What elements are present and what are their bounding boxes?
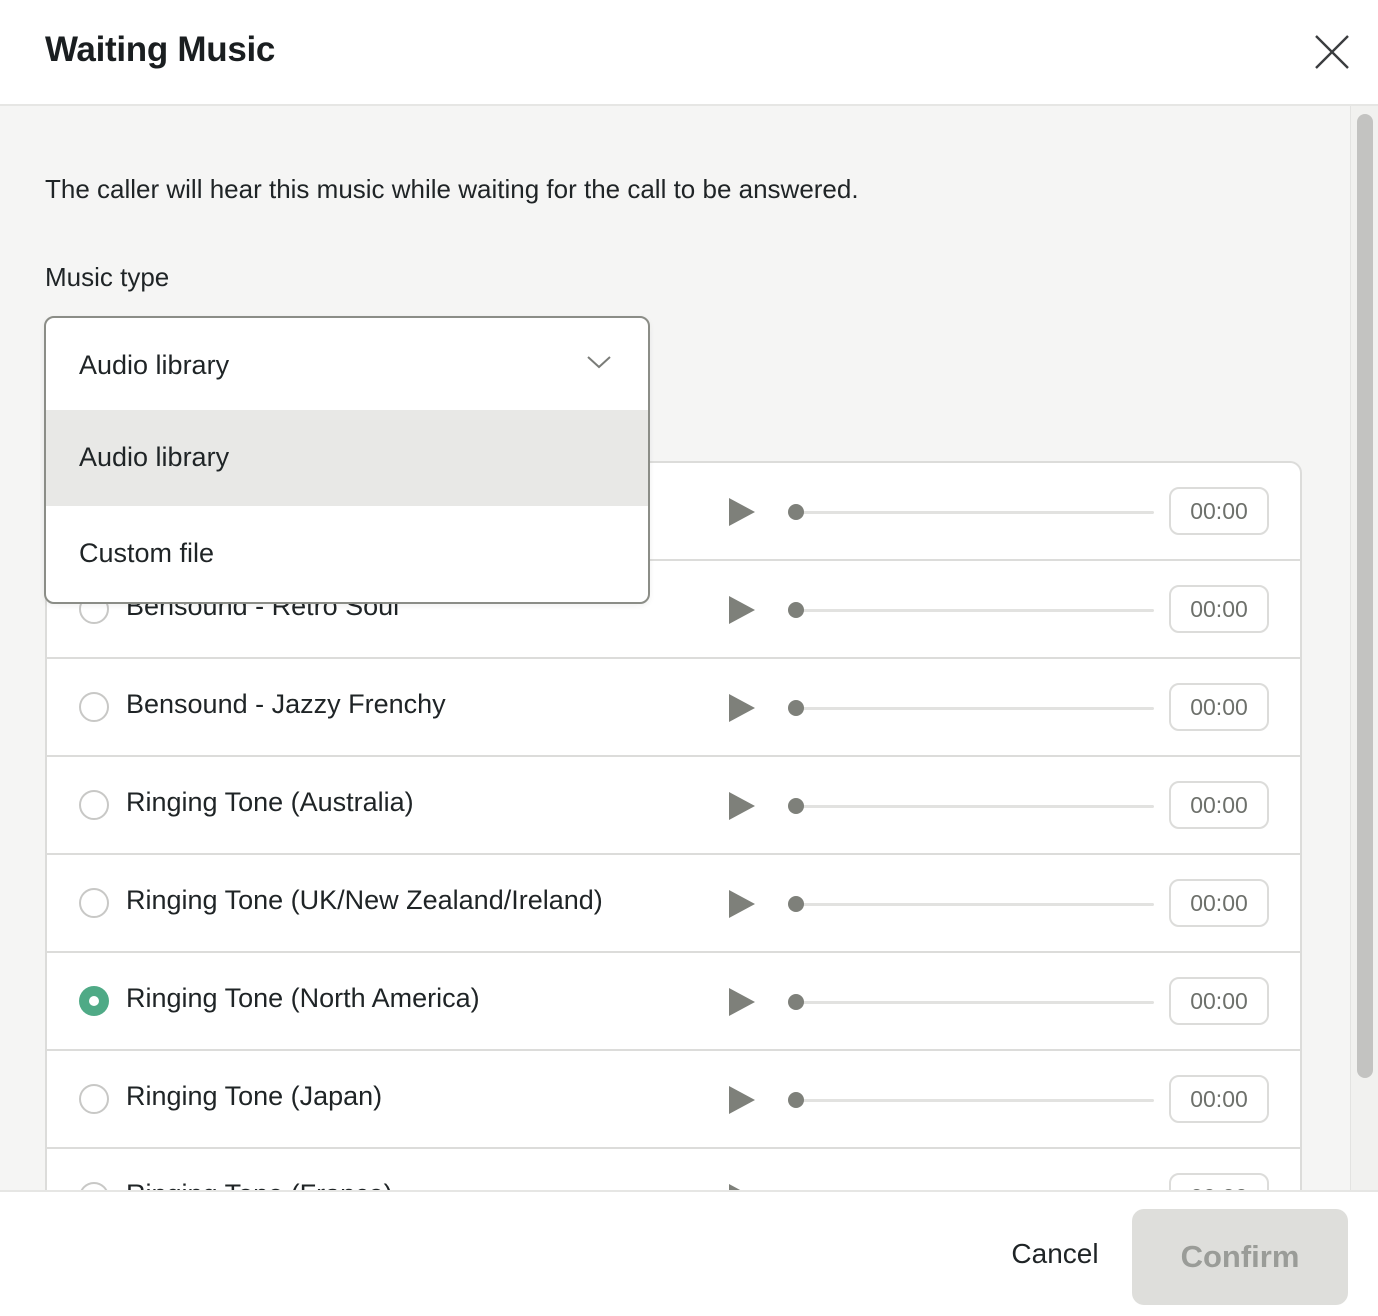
progress-track bbox=[788, 707, 1154, 710]
play-icon[interactable] bbox=[727, 1085, 757, 1115]
dropdown-selected-value[interactable]: Audio library bbox=[46, 318, 648, 410]
cancel-button[interactable]: Cancel bbox=[990, 1222, 1120, 1286]
time-display: 00:00 bbox=[1169, 683, 1269, 731]
progress-track bbox=[788, 903, 1154, 906]
play-icon[interactable] bbox=[727, 693, 757, 723]
audio-progress-slider[interactable] bbox=[788, 695, 1154, 721]
track-radio[interactable] bbox=[79, 790, 109, 820]
progress-track bbox=[788, 805, 1154, 808]
play-icon[interactable] bbox=[727, 497, 757, 527]
progress-knob[interactable] bbox=[788, 896, 804, 912]
progress-track bbox=[788, 511, 1154, 514]
time-display: 00:00 bbox=[1169, 1075, 1269, 1123]
progress-track bbox=[788, 1001, 1154, 1004]
audio-progress-slider[interactable] bbox=[788, 989, 1154, 1015]
track-row: Ringing Tone (Australia) 00:00 bbox=[47, 757, 1300, 855]
dialog-title: Waiting Music bbox=[45, 30, 276, 69]
track-name: Ringing Tone (Japan) bbox=[126, 1081, 383, 1111]
dropdown-option-custom-file[interactable]: Custom file bbox=[46, 506, 648, 602]
track-name: Ringing Tone (France) bbox=[126, 1179, 393, 1190]
music-type-dropdown[interactable]: Audio library Audio library Custom file bbox=[44, 316, 650, 604]
progress-knob[interactable] bbox=[788, 798, 804, 814]
track-row: Ringing Tone (Japan) 00:00 bbox=[47, 1051, 1300, 1149]
play-icon[interactable] bbox=[727, 889, 757, 919]
play-icon[interactable] bbox=[727, 791, 757, 821]
track-row: Bensound - Jazzy Frenchy 00:00 bbox=[47, 659, 1300, 757]
dropdown-option-label: Custom file bbox=[79, 538, 215, 568]
dropdown-option-audio-library[interactable]: Audio library bbox=[46, 410, 648, 506]
audio-progress-slider[interactable] bbox=[788, 1087, 1154, 1113]
play-icon[interactable] bbox=[727, 595, 757, 625]
track-name: Bensound - Jazzy Frenchy bbox=[126, 689, 446, 719]
time-display: 00:00 bbox=[1169, 1173, 1269, 1190]
track-row: Ringing Tone (UK/New Zealand/Ireland) 00… bbox=[47, 855, 1300, 953]
waiting-music-dialog: Waiting Music The caller will hear this … bbox=[0, 0, 1378, 1316]
audio-progress-slider[interactable] bbox=[788, 499, 1154, 525]
dialog-footer: Cancel Confirm bbox=[0, 1190, 1378, 1316]
chevron-down-icon bbox=[586, 352, 612, 372]
progress-knob[interactable] bbox=[788, 1092, 804, 1108]
audio-progress-slider[interactable] bbox=[788, 793, 1154, 819]
dropdown-selected-text: Audio library bbox=[79, 350, 230, 380]
confirm-button[interactable]: Confirm bbox=[1132, 1209, 1348, 1305]
track-name: Ringing Tone (Australia) bbox=[126, 787, 414, 817]
dialog-body: The caller will hear this music while wa… bbox=[0, 106, 1378, 1190]
time-display: 00:00 bbox=[1169, 781, 1269, 829]
track-radio[interactable] bbox=[79, 1182, 109, 1190]
track-row: Ringing Tone (North America) 00:00 bbox=[47, 953, 1300, 1051]
description-text: The caller will hear this music while wa… bbox=[45, 174, 859, 204]
music-type-label: Music type bbox=[45, 262, 170, 292]
track-row: Ringing Tone (France) 00:00 bbox=[47, 1149, 1300, 1190]
track-radio[interactable] bbox=[79, 1084, 109, 1114]
progress-knob[interactable] bbox=[788, 602, 804, 618]
time-display: 00:00 bbox=[1169, 977, 1269, 1025]
time-display: 00:00 bbox=[1169, 879, 1269, 927]
track-radio[interactable] bbox=[79, 692, 109, 722]
progress-track bbox=[788, 609, 1154, 612]
scrollbar-thumb[interactable] bbox=[1357, 114, 1373, 1078]
dialog-header: Waiting Music bbox=[0, 0, 1378, 106]
audio-progress-slider[interactable] bbox=[788, 891, 1154, 917]
audio-progress-slider[interactable] bbox=[788, 597, 1154, 623]
track-radio[interactable] bbox=[79, 888, 109, 918]
progress-knob[interactable] bbox=[788, 700, 804, 716]
close-icon[interactable] bbox=[1310, 30, 1354, 74]
track-radio-selected[interactable] bbox=[79, 986, 109, 1016]
progress-track bbox=[788, 1099, 1154, 1102]
progress-knob[interactable] bbox=[788, 994, 804, 1010]
progress-knob[interactable] bbox=[788, 504, 804, 520]
track-name: Ringing Tone (North America) bbox=[126, 983, 480, 1013]
play-icon[interactable] bbox=[727, 987, 757, 1017]
track-name: Ringing Tone (UK/New Zealand/Ireland) bbox=[126, 885, 603, 915]
dropdown-option-label: Audio library bbox=[79, 442, 230, 472]
play-icon[interactable] bbox=[727, 1183, 757, 1190]
time-display: 00:00 bbox=[1169, 487, 1269, 535]
time-display: 00:00 bbox=[1169, 585, 1269, 633]
